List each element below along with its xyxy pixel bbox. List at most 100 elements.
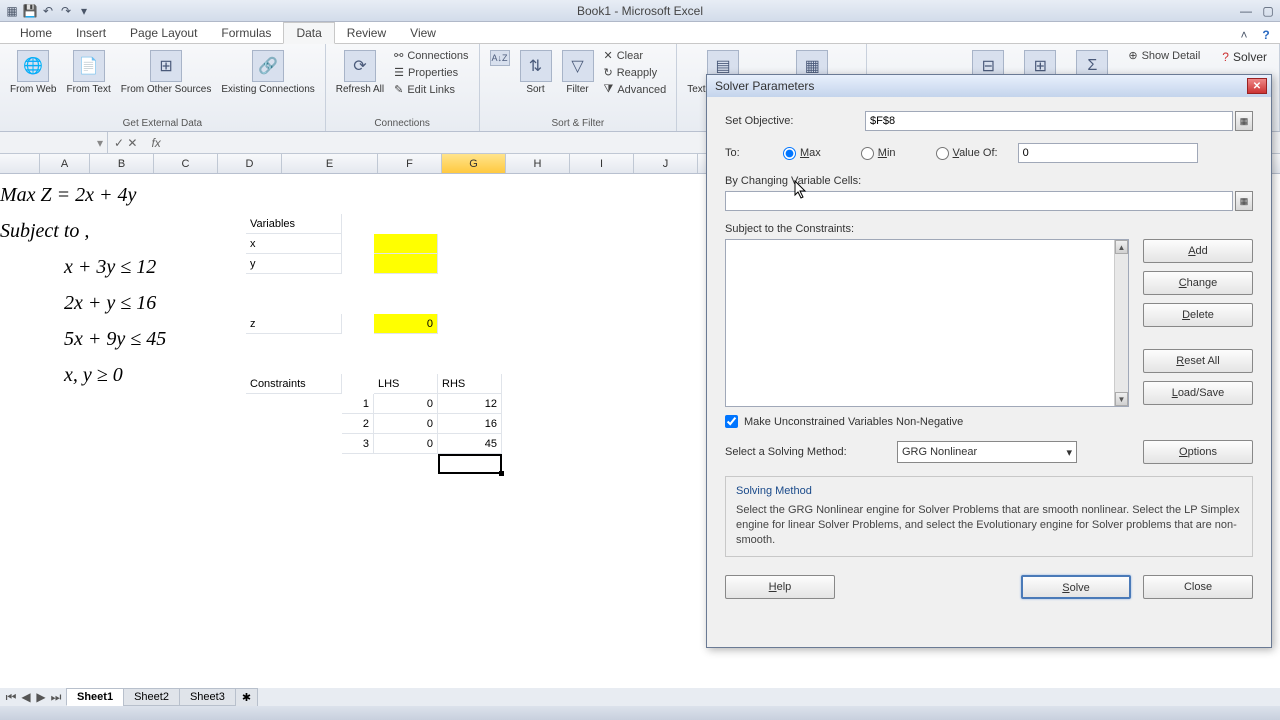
max-radio[interactable]: Max	[783, 147, 821, 160]
sheet-tab-1[interactable]: Sheet1	[66, 688, 124, 706]
col-c[interactable]: C	[154, 154, 218, 173]
advanced-icon: ⧩	[604, 83, 614, 96]
load-save-button[interactable]: Load/Save	[1143, 381, 1253, 405]
sheet-tab-2[interactable]: Sheet2	[123, 688, 180, 706]
first-sheet-icon[interactable]: ⏮	[4, 690, 18, 704]
objective-range-button[interactable]: ▦	[1235, 111, 1253, 131]
fill-handle[interactable]	[499, 471, 504, 476]
cell-rhs2[interactable]: 16	[438, 414, 502, 434]
col-a[interactable]: A	[40, 154, 90, 173]
cell-rhs[interactable]: RHS	[438, 374, 502, 394]
method-description: Select the GRG Nonlinear engine for Solv…	[736, 503, 1242, 548]
cell-rhs3[interactable]: 45	[438, 434, 502, 454]
properties-button[interactable]: ☰Properties	[390, 65, 472, 80]
close-icon[interactable]: ✕	[1247, 78, 1267, 94]
select-all-cell[interactable]	[0, 154, 40, 173]
fx-label[interactable]: fx	[143, 136, 168, 150]
cell-constraints[interactable]: Constraints	[246, 374, 342, 394]
cell-y[interactable]: y	[246, 254, 342, 274]
col-j[interactable]: J	[634, 154, 698, 173]
prev-sheet-icon[interactable]: ◀	[19, 690, 33, 704]
cell-r1[interactable]: 1	[342, 394, 374, 414]
sort-az-button[interactable]: A↓Z	[486, 48, 514, 68]
redo-icon[interactable]: ↷	[58, 3, 74, 19]
tab-formulas[interactable]: Formulas	[209, 23, 283, 43]
reset-all-button[interactable]: Reset All	[1143, 349, 1253, 373]
solver-button[interactable]: ?Solver	[1216, 48, 1273, 66]
tab-home[interactable]: Home	[8, 23, 64, 43]
undo-icon[interactable]: ↶	[40, 3, 56, 19]
cell-lhs3[interactable]: 0	[374, 434, 438, 454]
col-h[interactable]: H	[506, 154, 570, 173]
tab-review[interactable]: Review	[335, 23, 398, 43]
refresh-all-button[interactable]: ⟳Refresh All	[332, 48, 388, 97]
existing-connections-button[interactable]: 🔗Existing Connections	[217, 48, 318, 97]
cell-lhs2[interactable]: 0	[374, 414, 438, 434]
qat-more-icon[interactable]: ▾	[76, 3, 92, 19]
method-select[interactable]: GRG Nonlinear ▾	[897, 441, 1077, 463]
new-sheet-button[interactable]: ✱	[235, 688, 258, 707]
nonneg-checkbox[interactable]	[725, 415, 738, 428]
cell-x-val[interactable]	[374, 234, 438, 254]
maximize-icon[interactable]: ▢	[1260, 3, 1276, 19]
clear-button[interactable]: ✕Clear	[600, 48, 671, 63]
col-d[interactable]: D	[218, 154, 282, 173]
advanced-button[interactable]: ⧩Advanced	[600, 82, 671, 97]
cell-r2[interactable]: 2	[342, 414, 374, 434]
tab-insert[interactable]: Insert	[64, 23, 118, 43]
cell-rhs1[interactable]: 12	[438, 394, 502, 414]
from-web-button[interactable]: 🌐From Web	[6, 48, 61, 97]
dialog-titlebar[interactable]: Solver Parameters ✕	[707, 75, 1271, 97]
last-sheet-icon[interactable]: ⏭	[49, 690, 63, 704]
col-g[interactable]: G	[442, 154, 506, 173]
sheet-tab-3[interactable]: Sheet3	[179, 688, 236, 706]
value-of-input[interactable]	[1018, 143, 1198, 163]
fx-button[interactable]: ✓ ✕	[108, 136, 143, 150]
from-other-button[interactable]: ⊞From Other Sources	[117, 48, 216, 97]
reapply-button[interactable]: ↻Reapply	[600, 65, 671, 80]
cell-z[interactable]: z	[246, 314, 342, 334]
scroll-up-icon[interactable]: ▲	[1115, 240, 1128, 254]
filter-button[interactable]: ▽Filter	[558, 48, 598, 97]
cell-x[interactable]: x	[246, 234, 342, 254]
tab-view[interactable]: View	[398, 23, 448, 43]
col-b[interactable]: B	[90, 154, 154, 173]
sort-button[interactable]: ⇅Sort	[516, 48, 556, 97]
edit-links-button[interactable]: ✎Edit Links	[390, 82, 472, 97]
cell-z-val[interactable]: 0	[374, 314, 438, 334]
solve-button[interactable]: Solve	[1021, 575, 1131, 599]
change-button[interactable]: Change	[1143, 271, 1253, 295]
cell-variables[interactable]: Variables	[246, 214, 342, 234]
connections-button[interactable]: ⚯Connections	[390, 48, 472, 63]
col-i[interactable]: I	[570, 154, 634, 173]
changing-cells-input[interactable]	[725, 191, 1233, 211]
min-radio[interactable]: Min	[861, 147, 896, 160]
show-detail-button[interactable]: ⊕Show Detail	[1124, 48, 1204, 63]
excel-icon[interactable]: ▦	[4, 3, 20, 19]
next-sheet-icon[interactable]: ▶	[34, 690, 48, 704]
value-of-radio[interactable]: Value Of:	[936, 147, 998, 160]
objective-input[interactable]	[865, 111, 1233, 131]
cell-lhs1[interactable]: 0	[374, 394, 438, 414]
changing-range-button[interactable]: ▦	[1235, 191, 1253, 211]
name-box[interactable]: ▾	[0, 132, 108, 153]
options-button[interactable]: Options	[1143, 440, 1253, 464]
cell-y-val[interactable]	[374, 254, 438, 274]
scroll-down-icon[interactable]: ▼	[1115, 392, 1128, 406]
col-e[interactable]: E	[282, 154, 378, 173]
minimize-icon[interactable]: —	[1238, 3, 1254, 19]
tab-data[interactable]: Data	[283, 22, 334, 44]
help-icon[interactable]: ?	[1258, 27, 1274, 43]
cell-r3[interactable]: 3	[342, 434, 374, 454]
from-text-button[interactable]: 📄From Text	[63, 48, 115, 97]
save-icon[interactable]: 💾	[22, 3, 38, 19]
minimize-ribbon-icon[interactable]: ˄	[1236, 27, 1252, 43]
constraints-list[interactable]: ▲ ▼	[725, 239, 1129, 407]
col-f[interactable]: F	[378, 154, 442, 173]
close-button[interactable]: Close	[1143, 575, 1253, 599]
add-button[interactable]: Add	[1143, 239, 1253, 263]
cell-lhs[interactable]: LHS	[374, 374, 438, 394]
help-button[interactable]: Help	[725, 575, 835, 599]
delete-button[interactable]: Delete	[1143, 303, 1253, 327]
tab-page-layout[interactable]: Page Layout	[118, 23, 209, 43]
